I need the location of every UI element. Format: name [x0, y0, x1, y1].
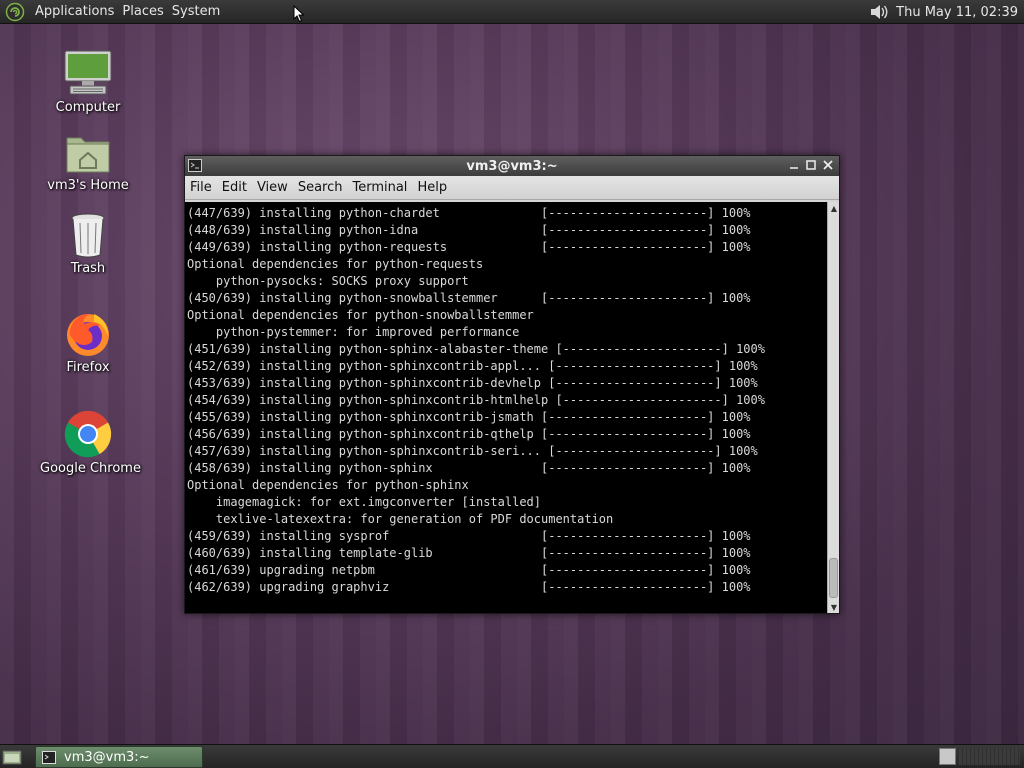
terminal-line: (451/639) installing python-sphinx-alaba…: [187, 342, 765, 356]
terminal-app-icon: [42, 750, 56, 764]
terminal-line: (450/639) installing python-snowballstem…: [187, 291, 751, 305]
scroll-up-icon[interactable]: ▲: [828, 202, 840, 214]
minimize-icon[interactable]: [787, 157, 801, 173]
clock[interactable]: Thu May 11, 02:39: [896, 5, 1024, 20]
trash-icon: [71, 213, 105, 258]
terminal-line: python-pystemmer: for improved performan…: [187, 325, 520, 339]
terminal-line: (453/639) installing python-sphinxcontri…: [187, 376, 758, 390]
volume-icon[interactable]: [868, 2, 890, 22]
terminal-line: (461/639) upgrading netpbm [------------…: [187, 563, 751, 577]
terminal-line: imagemagick: for ext.imgconverter [insta…: [187, 495, 542, 509]
desktop-icon-home[interactable]: vm3's Home: [40, 130, 136, 193]
desktop-icon-trash[interactable]: Trash: [40, 211, 136, 276]
terminal-output[interactable]: (447/639) installing python-chardet [---…: [185, 202, 828, 613]
terminal-line: python-pysocks: SOCKS proxy support: [187, 274, 469, 288]
menu-help[interactable]: Help: [412, 180, 452, 195]
terminal-menubar: File Edit View Search Terminal Help: [185, 176, 839, 200]
chrome-icon: [64, 410, 112, 458]
taskbar-button-label: vm3@vm3:~: [64, 749, 150, 765]
desktop-icon-computer[interactable]: Computer: [40, 48, 136, 115]
workspace-switcher[interactable]: [958, 748, 1020, 765]
mouse-cursor-icon: [293, 5, 305, 23]
close-icon[interactable]: [821, 157, 835, 173]
firefox-icon: [67, 314, 109, 356]
terminal-line: (460/639) installing template-glib [----…: [187, 546, 751, 560]
menu-view[interactable]: View: [252, 180, 293, 195]
top-panel: Applications Places System Thu May 11, 0…: [0, 0, 1024, 24]
taskbar-terminal-button[interactable]: vm3@vm3:~: [35, 746, 203, 768]
menu-terminal[interactable]: Terminal: [347, 180, 412, 195]
workspace-switcher-active[interactable]: [939, 748, 956, 765]
desktop-icon-label: Computer: [55, 100, 121, 115]
terminal-scrollbar[interactable]: ▲ ▼: [827, 202, 839, 613]
terminal-window: vm3@vm3:~ File Edit View Search Terminal…: [184, 155, 840, 614]
desktop-icon-label: Trash: [70, 261, 106, 276]
terminal-line: (448/639) installing python-idna [------…: [187, 223, 751, 237]
places-menu[interactable]: Places: [118, 4, 167, 19]
terminal-line: Optional dependencies for python-sphinx: [187, 478, 469, 492]
home-folder-icon: [66, 137, 110, 173]
system-menu[interactable]: System: [168, 4, 224, 19]
terminal-line: (449/639) installing python-requests [--…: [187, 240, 751, 254]
menu-search[interactable]: Search: [293, 180, 348, 195]
terminal-line: (447/639) installing python-chardet [---…: [187, 206, 751, 220]
terminal-line: Optional dependencies for python-snowbal…: [187, 308, 534, 322]
terminal-line: (454/639) installing python-sphinxcontri…: [187, 393, 765, 407]
distro-logo-icon[interactable]: [5, 2, 25, 22]
computer-icon: [64, 50, 112, 95]
terminal-line: (462/639) upgrading graphviz [----------…: [187, 580, 751, 594]
desktop-icon-label: vm3's Home: [47, 178, 129, 193]
terminal-line: (455/639) installing python-sphinxcontri…: [187, 410, 751, 424]
menu-file[interactable]: File: [185, 180, 217, 195]
scrollbar-thumb[interactable]: [829, 558, 838, 598]
terminal-line: (452/639) installing python-sphinxcontri…: [187, 359, 758, 373]
menu-edit[interactable]: Edit: [217, 180, 252, 195]
desktop-icon-label: Firefox: [66, 360, 110, 375]
terminal-line: (457/639) installing python-sphinxcontri…: [187, 444, 758, 458]
terminal-line: (458/639) installing python-sphinx [----…: [187, 461, 751, 475]
terminal-title: vm3@vm3:~: [466, 158, 558, 174]
terminal-line: (456/639) installing python-sphinxcontri…: [187, 427, 751, 441]
desktop-icon-chrome[interactable]: Google Chrome: [40, 409, 141, 476]
applications-menu[interactable]: Applications: [31, 4, 118, 19]
terminal-line: texlive-latexextra: for generation of PD…: [187, 512, 614, 526]
terminal-titlebar[interactable]: vm3@vm3:~: [185, 156, 839, 176]
bottom-panel: vm3@vm3:~: [0, 744, 1024, 768]
show-desktop-icon[interactable]: [2, 748, 22, 766]
desktop-icon-firefox[interactable]: Firefox: [40, 310, 136, 375]
maximize-icon[interactable]: [804, 157, 818, 173]
terminal-line: Optional dependencies for python-request…: [187, 257, 484, 271]
terminal-app-icon[interactable]: [188, 159, 202, 172]
terminal-line: (459/639) installing sysprof [----------…: [187, 529, 751, 543]
desktop-icon-label: Google Chrome: [40, 461, 141, 476]
scroll-down-icon[interactable]: ▼: [828, 601, 840, 613]
